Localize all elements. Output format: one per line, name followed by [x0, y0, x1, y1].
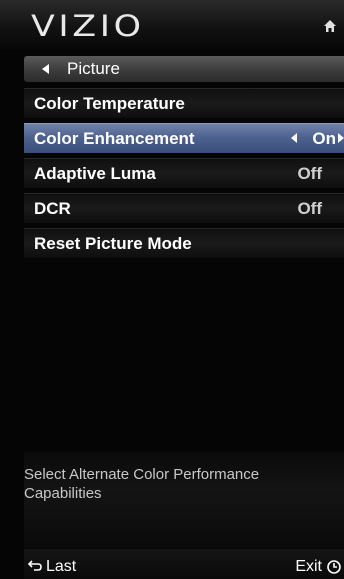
menu-item-adaptive-luma[interactable]: Adaptive Luma Off [24, 158, 344, 188]
menu-item-label: Color Enhancement [34, 129, 195, 148]
menu-item-label: DCR [34, 199, 71, 218]
menu-item-dcr[interactable]: DCR Off [24, 193, 344, 223]
exit-icon[interactable] [326, 559, 342, 575]
tv-settings-menu: VIZIO Picture Color Temperature Color En… [0, 0, 344, 579]
menu-footer: Last Exit [24, 549, 344, 579]
exit-button[interactable]: Exit [295, 558, 322, 576]
menu-item-label: Color Temperature [34, 94, 185, 113]
value-left-arrow-icon[interactable] [291, 133, 297, 143]
home-icon[interactable] [323, 19, 337, 33]
last-button[interactable]: Last [46, 558, 76, 576]
value-right-arrow-icon[interactable] [338, 133, 344, 143]
menu-header: VIZIO [0, 0, 344, 50]
menu-item-label: Reset Picture Mode [34, 234, 192, 253]
return-arrow-icon[interactable] [28, 559, 42, 571]
menu-item-color-temperature[interactable]: Color Temperature [24, 88, 344, 118]
breadcrumb-label: Picture [67, 59, 120, 78]
breadcrumb-picture[interactable]: Picture [24, 56, 344, 82]
menu-item-reset-picture-mode[interactable]: Reset Picture Mode [24, 228, 344, 258]
menu-item-color-enhancement[interactable]: Color Enhancement On [24, 123, 344, 153]
help-description: Select Alternate Color Performance Capab… [24, 466, 260, 502]
menu-item-value: On [312, 129, 336, 148]
back-arrow-icon [42, 64, 49, 74]
menu-item-value: Off [297, 199, 322, 218]
vizio-logo: VIZIO [31, 9, 145, 43]
menu-item-label: Adaptive Luma [34, 164, 156, 183]
menu-item-value: Off [297, 164, 322, 183]
